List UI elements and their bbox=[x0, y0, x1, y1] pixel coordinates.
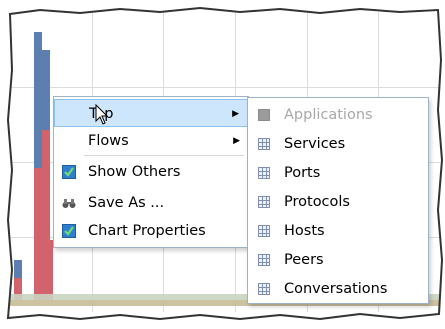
submenu-item-label: Conversations bbox=[284, 281, 388, 297]
menu-item-save-as[interactable]: Save As ... bbox=[54, 189, 248, 217]
chart-bar bbox=[34, 168, 42, 300]
menu-item-flows[interactable]: Flows ▶ bbox=[54, 127, 248, 155]
submenu-item-label: Protocols bbox=[284, 194, 350, 210]
grid-icon bbox=[258, 167, 270, 179]
submenu-item-label: Hosts bbox=[284, 223, 325, 239]
grid-icon bbox=[258, 109, 270, 121]
checkbox-checked-icon bbox=[62, 165, 76, 179]
grid-icon bbox=[258, 254, 270, 266]
menu-item-label: Show Others bbox=[88, 164, 181, 180]
mouse-pointer-icon bbox=[95, 104, 109, 125]
menu-separator bbox=[84, 155, 244, 156]
menu-item-label: Save As ... bbox=[88, 195, 165, 211]
submenu-item-label: Applications bbox=[284, 107, 373, 123]
chart-bar bbox=[50, 240, 53, 300]
chart-checked-icon bbox=[62, 224, 76, 238]
chart-bar bbox=[42, 130, 50, 300]
menu-item-chart-properties[interactable]: Chart Properties bbox=[54, 217, 248, 245]
grid-icon bbox=[258, 225, 270, 237]
binoculars-icon bbox=[62, 199, 76, 208]
grid-icon bbox=[258, 196, 270, 208]
top-submenu: Applications Services Ports Protocols Ho… bbox=[247, 97, 429, 304]
submenu-arrow-icon: ▶ bbox=[232, 109, 239, 119]
submenu-item-label: Ports bbox=[284, 165, 321, 181]
menu-item-show-others[interactable]: Show Others bbox=[54, 158, 248, 186]
menu-item-label: Chart Properties bbox=[88, 223, 206, 239]
submenu-item-protocols[interactable]: Protocols bbox=[248, 188, 428, 217]
context-menu: Top ▶ Flows ▶ Show Others Save As ... Ch… bbox=[53, 96, 249, 248]
submenu-item-ports[interactable]: Ports bbox=[248, 159, 428, 188]
submenu-item-peers[interactable]: Peers bbox=[248, 246, 428, 275]
submenu-item-applications[interactable]: Applications bbox=[248, 101, 428, 130]
grid-line bbox=[10, 87, 440, 88]
submenu-item-hosts[interactable]: Hosts bbox=[248, 217, 428, 246]
submenu-item-label: Services bbox=[284, 136, 346, 152]
submenu-item-conversations[interactable]: Conversations bbox=[248, 275, 428, 304]
grid-icon bbox=[258, 138, 270, 150]
submenu-arrow-icon: ▶ bbox=[233, 136, 240, 146]
menu-item-top[interactable]: Top ▶ bbox=[54, 99, 248, 127]
grid-icon bbox=[258, 283, 270, 295]
submenu-item-label: Peers bbox=[284, 252, 324, 268]
menu-item-label: Flows bbox=[88, 133, 129, 149]
submenu-item-services[interactable]: Services bbox=[248, 130, 428, 159]
